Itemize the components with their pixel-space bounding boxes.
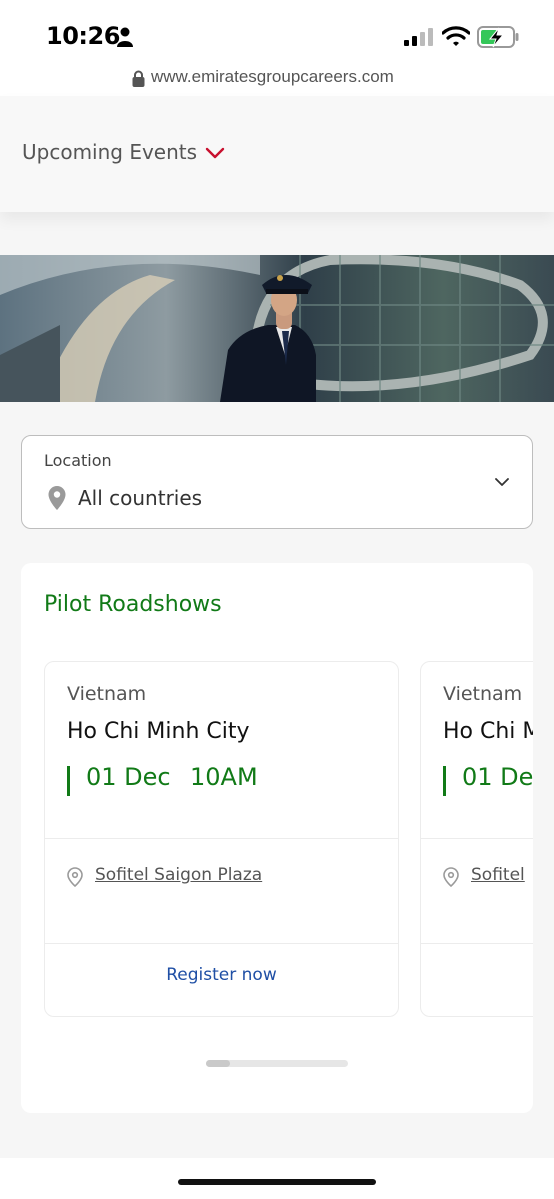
- section-title: Pilot Roadshows: [44, 592, 222, 617]
- hero-pilot-image: [0, 255, 554, 402]
- url-text: www.emiratesgroupcareers.com: [151, 67, 394, 86]
- browser-bottom-area: [0, 1158, 554, 1199]
- status-time: 10:26: [46, 22, 120, 50]
- event-venue-link[interactable]: Sofitel: [471, 865, 525, 885]
- event-time: 10AM: [190, 763, 258, 791]
- event-country: Vietnam: [67, 683, 147, 705]
- event-card: Vietnam Ho Chi Minh City 01 Dec 10AM Sof…: [44, 661, 399, 1017]
- location-pin-icon: [48, 486, 66, 510]
- status-bar: 10:26: [0, 0, 554, 62]
- card-divider: [421, 838, 533, 839]
- carousel-scrollbar[interactable]: [206, 1060, 348, 1067]
- lock-icon: [132, 70, 145, 87]
- wifi-icon: [442, 26, 470, 46]
- home-indicator[interactable]: [178, 1179, 376, 1185]
- event-city: Ho Chi Minh City: [67, 719, 250, 744]
- location-value: All countries: [78, 486, 203, 510]
- event-date: 01 Dec: [86, 763, 171, 791]
- card-divider: [45, 943, 398, 944]
- battery-charging-icon: [477, 26, 519, 48]
- location-select[interactable]: Location All countries: [21, 435, 533, 529]
- cellular-signal-icon: [404, 28, 433, 46]
- carousel-scroll-thumb[interactable]: [206, 1060, 230, 1067]
- event-venue-link[interactable]: Sofitel Saigon Plaza: [95, 865, 262, 885]
- roadshows-panel: Pilot Roadshows Vietnam Ho Chi Minh City…: [21, 563, 533, 1113]
- date-accent-bar: [67, 766, 70, 796]
- card-divider: [421, 943, 533, 944]
- person-icon: [117, 27, 133, 47]
- event-card: Vietnam Ho Chi M 01 De Sofitel: [420, 661, 533, 1017]
- events-menu-label: Upcoming Events: [22, 140, 198, 164]
- register-now-button[interactable]: Register now: [45, 965, 398, 985]
- location-label: Location: [44, 451, 112, 470]
- event-country: Vietnam: [443, 683, 523, 705]
- events-menu[interactable]: Upcoming Events: [0, 96, 554, 212]
- event-city: Ho Chi M: [443, 719, 533, 744]
- location-pin-icon: [443, 867, 459, 887]
- chevron-down-icon[interactable]: [205, 146, 225, 160]
- location-pin-icon: [67, 867, 83, 887]
- browser-url-bar[interactable]: www.emiratesgroupcareers.com: [0, 62, 554, 96]
- card-divider: [45, 838, 398, 839]
- date-accent-bar: [443, 766, 446, 796]
- event-date: 01 De: [462, 763, 533, 791]
- chevron-down-icon: [495, 478, 509, 486]
